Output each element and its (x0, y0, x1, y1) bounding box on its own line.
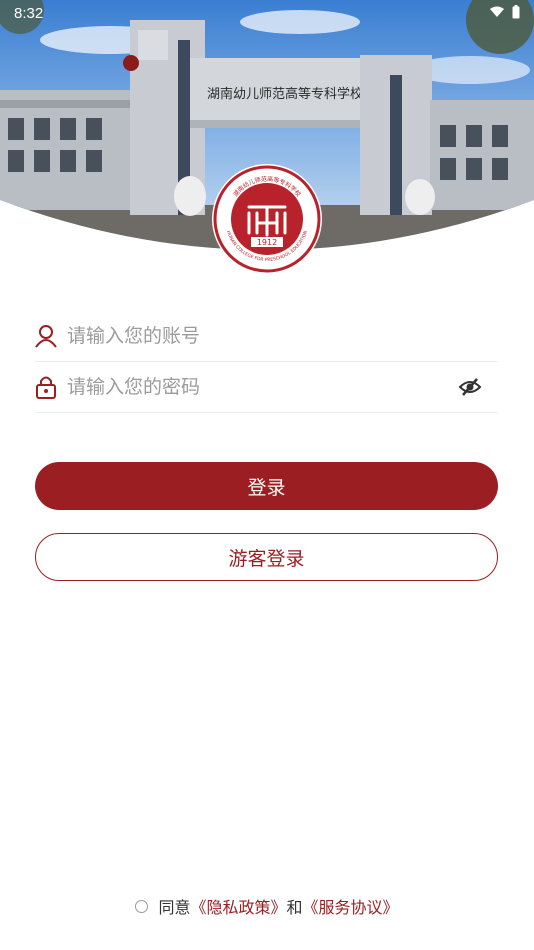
wifi-icon (490, 6, 504, 17)
logo-year: 1912 (257, 238, 277, 247)
battery-icon (512, 5, 520, 19)
password-input[interactable] (65, 375, 458, 399)
user-icon (35, 324, 57, 348)
lock-icon (35, 375, 57, 399)
agreement-and: 和 (286, 898, 303, 917)
privacy-policy-link[interactable]: 《隐私政策》 (190, 894, 286, 918)
status-time: 8:32 (14, 5, 44, 22)
account-field (35, 311, 498, 362)
status-bar: 8:32 (0, 0, 534, 28)
guest-login-button[interactable]: 游客登录 (35, 533, 498, 581)
gate-sign-text: 湖南幼儿师范高等专科学校 (207, 86, 363, 102)
eye-off-icon[interactable] (458, 375, 482, 399)
agreement-prefix: 同意 (158, 898, 191, 917)
password-field (35, 362, 498, 413)
school-logo: 1912 湖南幼儿师范高等专科学校 HUNAN COLLEGE FOR PRES… (211, 163, 323, 275)
agreement-row: 同意 《隐私政策》 和 《服务协议》 (0, 894, 534, 918)
agree-radio[interactable] (135, 899, 149, 913)
account-input[interactable] (65, 324, 498, 348)
service-agreement-link[interactable]: 《服务协议》 (303, 894, 399, 918)
login-button[interactable]: 登录 (35, 462, 498, 510)
status-icons (490, 5, 520, 19)
